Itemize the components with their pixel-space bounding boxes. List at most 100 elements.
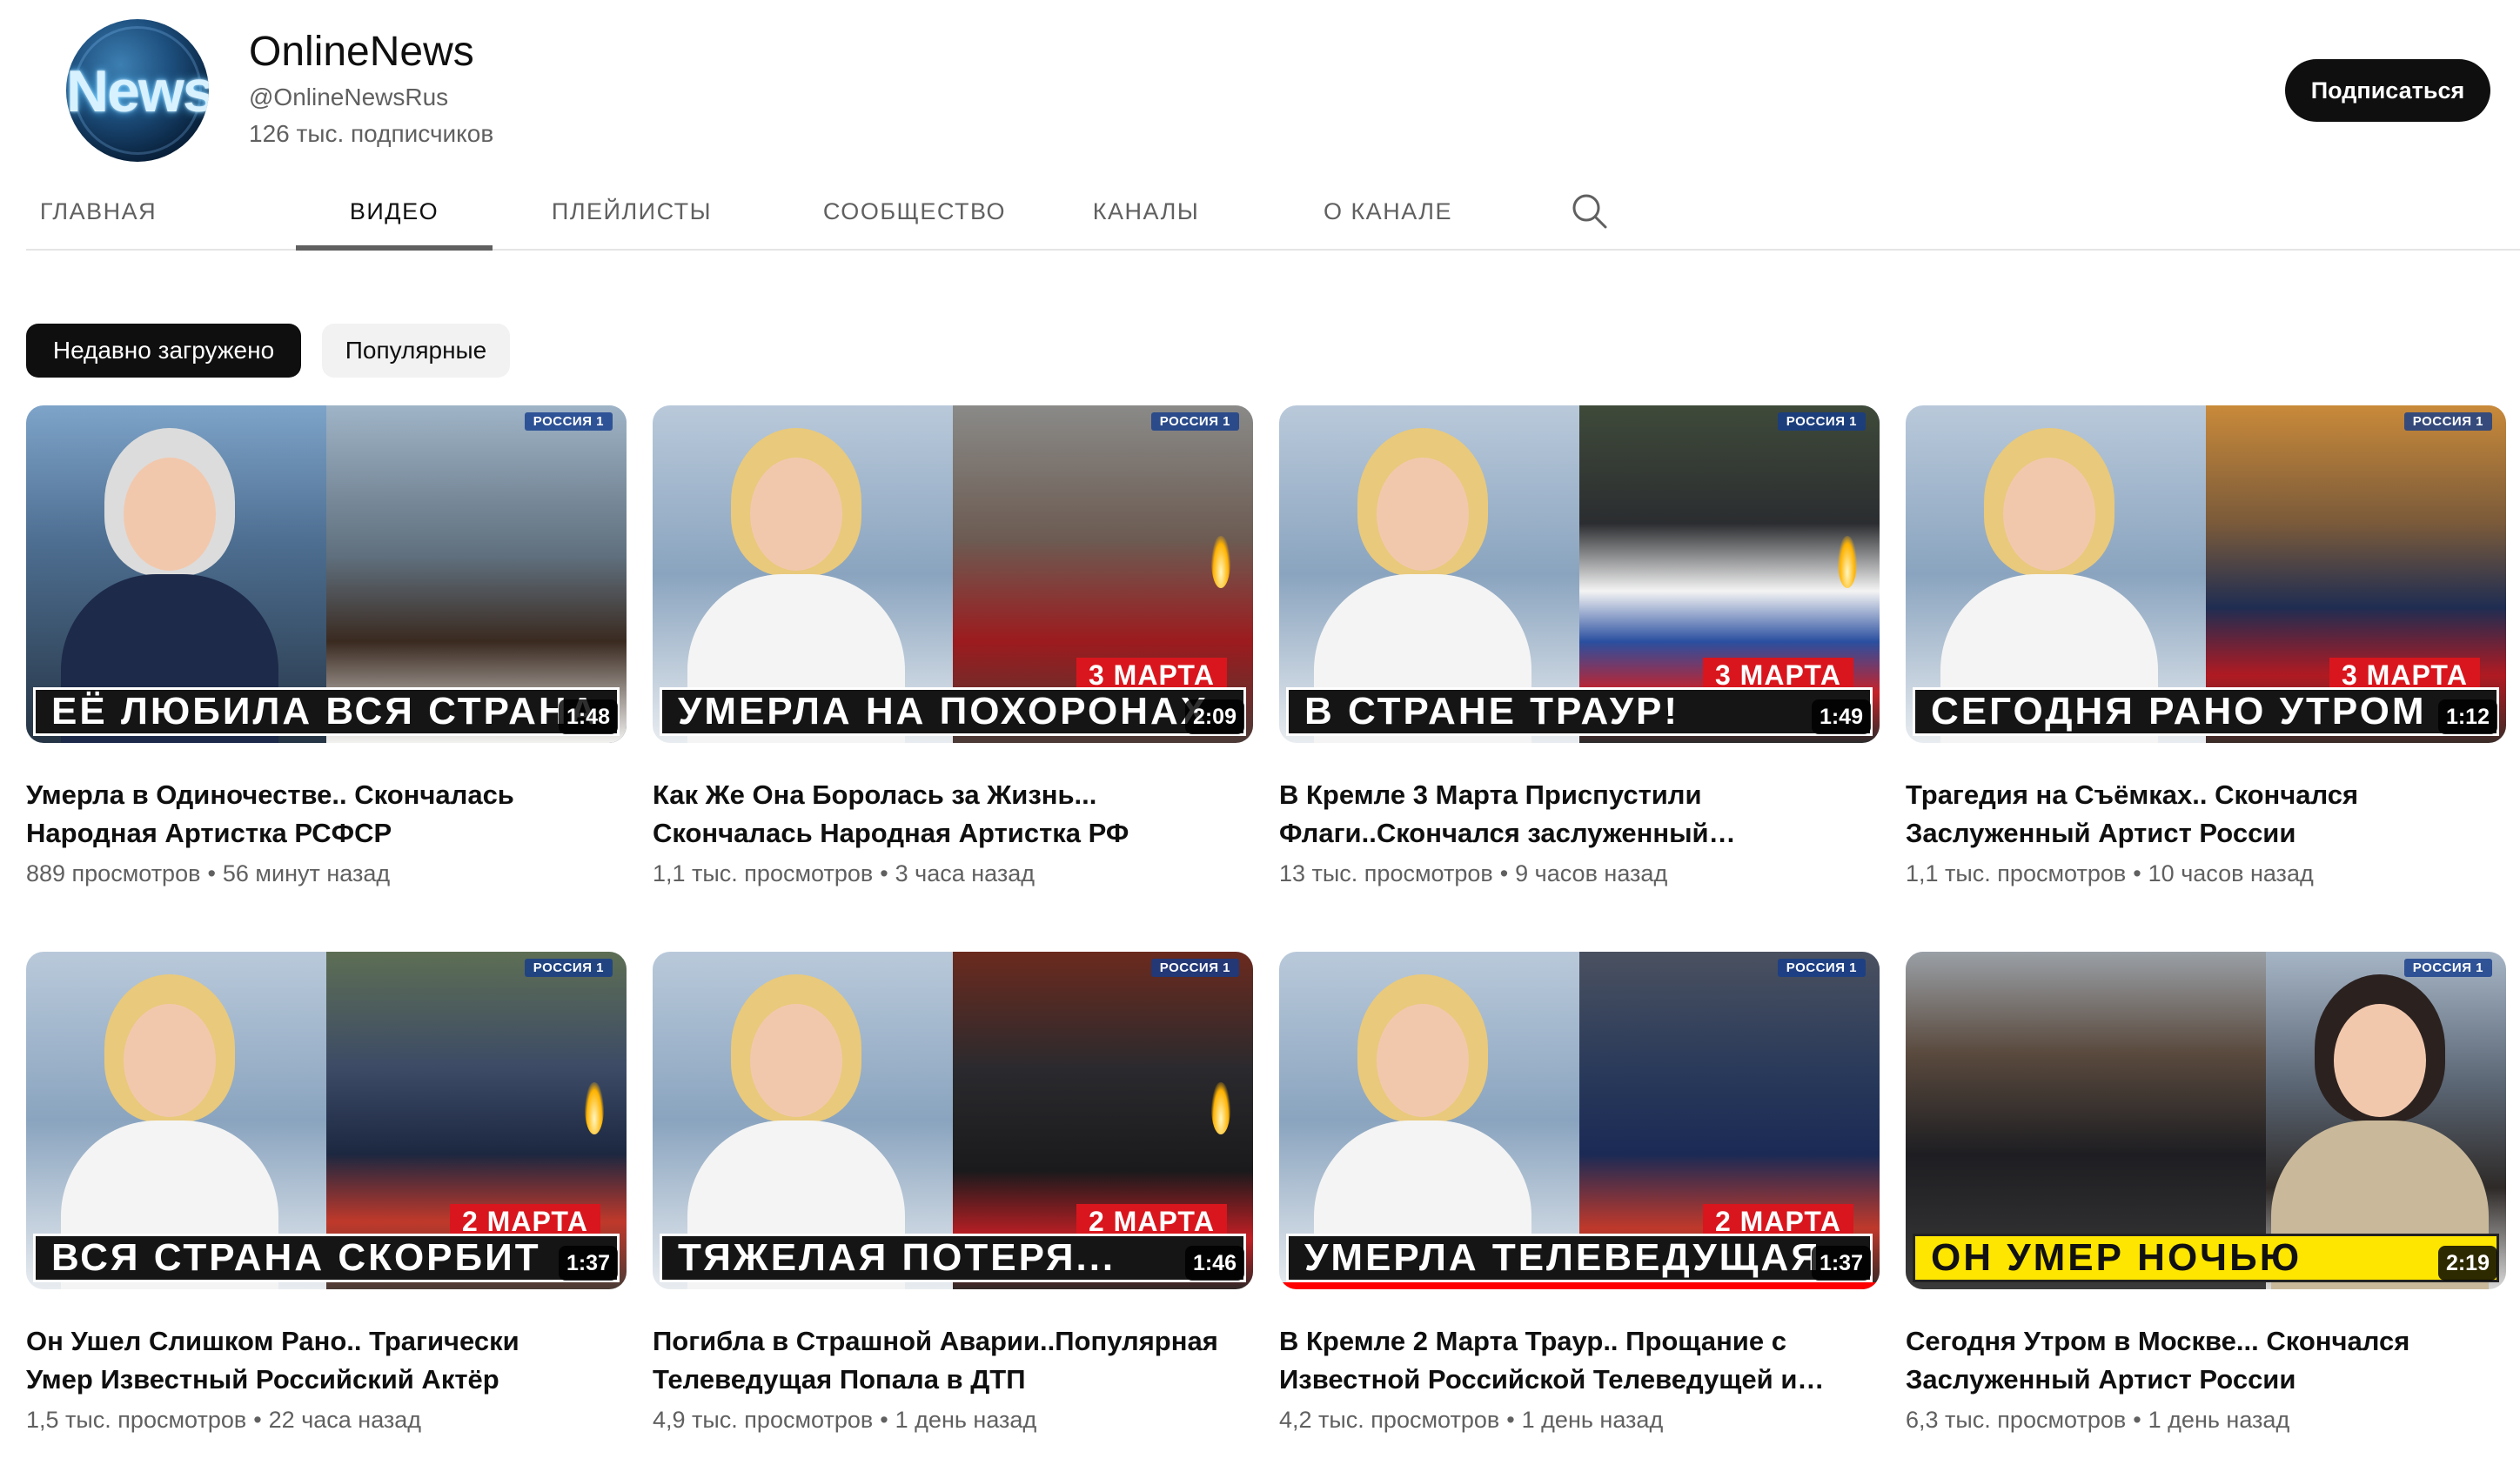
view-count: 4,9 тыс. просмотров (653, 1407, 874, 1433)
video-thumbnail[interactable]: РОССИЯ 1 2 МАРТА ВСЯ СТРАНА СКОРБИТ 1:37 (26, 952, 627, 1289)
video-title[interactable]: Как Же Она Боролась за Жизнь... Скончала… (653, 776, 1244, 853)
video-title-line: Заслуженный Артист России (1906, 1364, 2296, 1395)
video-title-line: Телеведущая Попала в ДТП (653, 1364, 1026, 1395)
view-count: 1,1 тыс. просмотров (653, 860, 874, 886)
video-title[interactable]: Он Ушел Слишком Рано.. Трагически Умер И… (26, 1322, 618, 1399)
thumbnail-caption: СЕГОДНЯ РАНО УТРОМ (1913, 687, 2499, 736)
tv-logo-badge: РОССИЯ 1 (524, 959, 613, 977)
subscribe-button[interactable]: Подписаться (2285, 59, 2490, 122)
video-title-line: В Кремле 2 Марта Траур.. Прощание с (1279, 1326, 1786, 1356)
view-count: 4,2 тыс. просмотров (1279, 1407, 1500, 1433)
thumbnail-caption: ОН УМЕР НОЧЬЮ (1913, 1234, 2499, 1282)
video-card: РОССИЯ 1 ЕЁ ЛЮБИЛА ВСЯ СТРАНА 1:48 Умерл… (26, 405, 627, 889)
thumbnail-caption: ТЯЖЕЛАЯ ПОТЕРЯ... (660, 1234, 1246, 1282)
tv-logo-badge: РОССИЯ 1 (1150, 412, 1239, 431)
video-thumbnail[interactable]: РОССИЯ 1 3 МАРТА СЕГОДНЯ РАНО УТРОМ 1:12 (1906, 405, 2506, 743)
tv-logo-badge: РОССИЯ 1 (2403, 959, 2492, 977)
watch-progress-bar (1279, 1282, 1880, 1289)
view-count: 6,3 тыс. просмотров (1906, 1407, 2127, 1433)
video-title-line: Известной Российской Телеведущей и… (1279, 1364, 1825, 1395)
video-title-line: Умерла в Одиночестве.. Скончалась (26, 779, 514, 810)
chip-recently-uploaded[interactable]: Недавно загружено (26, 324, 301, 378)
video-title-line: Трагедия на Съёмках.. Скончался (1906, 779, 2359, 810)
video-metadata: 6,3 тыс. просмотров • 1 день назад (1906, 1404, 2506, 1435)
video-thumbnail[interactable]: РОССИЯ 1 ЕЁ ЛЮБИЛА ВСЯ СТРАНА 1:48 (26, 405, 627, 743)
tv-logo-badge: РОССИЯ 1 (2403, 412, 2492, 431)
video-metadata: 4,2 тыс. просмотров • 1 день назад (1279, 1404, 1880, 1435)
tab-about[interactable]: О КАНАЛЕ (1305, 174, 1471, 249)
video-thumbnail[interactable]: РОССИЯ 1 2 МАРТА ТЯЖЕЛАЯ ПОТЕРЯ... 1:46 (653, 952, 1253, 1289)
view-count: 1,5 тыс. просмотров (26, 1407, 247, 1433)
video-thumbnail[interactable]: РОССИЯ 1 ОН УМЕР НОЧЬЮ 2:19 (1906, 952, 2506, 1289)
video-thumbnail[interactable]: РОССИЯ 1 3 МАРТА УМЕРЛА НА ПОХОРОНАХ 2:0… (653, 405, 1253, 743)
tv-logo-badge: РОССИЯ 1 (524, 412, 613, 431)
tab-community[interactable]: СООБЩЕСТВО (806, 174, 1023, 249)
video-title[interactable]: В Кремле 3 Марта Приспустили Флаги..Скон… (1279, 776, 1871, 853)
video-duration: 1:46 (1184, 1246, 1244, 1281)
view-count: 889 просмотров (26, 860, 201, 886)
tab-videos[interactable]: ВИДЕО (296, 174, 493, 251)
avatar-logo-text: News (66, 58, 209, 124)
tv-logo-badge: РОССИЯ 1 (1150, 959, 1239, 977)
video-title-line: Сегодня Утром в Москве... Скончался (1906, 1326, 2410, 1356)
meta-separator: • (253, 1407, 262, 1433)
meta-separator: • (880, 860, 888, 886)
video-duration: 1:37 (558, 1246, 618, 1281)
upload-age: 1 день назад (1521, 1407, 1664, 1433)
video-card: РОССИЯ 1 3 МАРТА СЕГОДНЯ РАНО УТРОМ 1:12… (1906, 405, 2506, 889)
video-duration: 2:19 (2437, 1246, 2497, 1281)
tab-home[interactable]: ГЛАВНАЯ (26, 174, 171, 249)
video-title-line: В Кремле 3 Марта Приспустили (1279, 779, 1702, 810)
upload-age: 1 день назад (895, 1407, 1037, 1433)
candle-image (1838, 536, 1857, 588)
upload-age: 1 день назад (2148, 1407, 2290, 1433)
tv-logo-badge: РОССИЯ 1 (1777, 959, 1866, 977)
meta-separator: • (207, 860, 216, 886)
tv-logo-badge: РОССИЯ 1 (1777, 412, 1866, 431)
video-title[interactable]: В Кремле 2 Марта Траур.. Прощание с Изве… (1279, 1322, 1871, 1399)
video-duration: 1:48 (558, 699, 618, 734)
upload-age: 3 часа назад (895, 860, 1035, 886)
video-title[interactable]: Погибла в Страшной Аварии..Популярная Те… (653, 1322, 1244, 1399)
video-duration: 1:37 (1811, 1246, 1871, 1281)
meta-separator: • (1499, 860, 1509, 886)
meta-separator: • (2133, 1407, 2141, 1433)
video-title[interactable]: Трагедия на Съёмках.. Скончался Заслужен… (1906, 776, 2497, 853)
video-thumbnail[interactable]: РОССИЯ 1 3 МАРТА В СТРАНЕ ТРАУР! 1:49 (1279, 405, 1880, 743)
candle-image (585, 1082, 604, 1134)
video-card: РОССИЯ 1 3 МАРТА УМЕРЛА НА ПОХОРОНАХ 2:0… (653, 405, 1253, 889)
video-title[interactable]: Умерла в Одиночестве.. Скончалась Народн… (26, 776, 618, 853)
upload-age: 9 часов назад (1515, 860, 1668, 886)
video-metadata: 1,5 тыс. просмотров • 22 часа назад (26, 1404, 627, 1435)
video-title[interactable]: Сегодня Утром в Москве... Скончался Засл… (1906, 1322, 2497, 1399)
video-title-line: Скончалась Народная Артистка РФ (653, 818, 1129, 848)
tab-channels[interactable]: КАНАЛЫ (1079, 174, 1213, 249)
subscriber-count: 126 тыс. подписчиков (249, 120, 494, 147)
search-icon[interactable] (1566, 188, 1613, 235)
thumbnail-caption: УМЕРЛА НА ПОХОРОНАХ (660, 687, 1246, 736)
thumbnail-caption: ВСЯ СТРАНА СКОРБИТ (33, 1234, 620, 1282)
video-title-line: Флаги..Скончался заслуженный… (1279, 818, 1736, 848)
upload-age: 10 часов назад (2148, 860, 2314, 886)
video-metadata: 1,1 тыс. просмотров • 3 часа назад (653, 858, 1253, 889)
upload-age: 22 часа назад (268, 1407, 422, 1433)
video-card: РОССИЯ 1 2 МАРТА ТЯЖЕЛАЯ ПОТЕРЯ... 1:46 … (653, 952, 1253, 1435)
tab-playlists[interactable]: ПЛЕЙЛИСТЫ (536, 174, 727, 249)
meta-separator: • (2133, 860, 2141, 886)
meta-separator: • (1506, 1407, 1515, 1433)
video-title-line: Умер Известный Российский Актёр (26, 1364, 499, 1395)
video-title-line: Народная Артистка РСФСР (26, 818, 392, 848)
thumbnail-caption: ЕЁ ЛЮБИЛА ВСЯ СТРАНА (33, 687, 620, 736)
video-card: РОССИЯ 1 2 МАРТА УМЕРЛА ТЕЛЕВЕДУЩАЯ 1:37… (1279, 952, 1880, 1435)
video-title-line: Заслуженный Артист России (1906, 818, 2296, 848)
video-duration: 2:09 (1184, 699, 1244, 734)
video-card: РОССИЯ 1 ОН УМЕР НОЧЬЮ 2:19 Сегодня Утро… (1906, 952, 2506, 1435)
chip-popular[interactable]: Популярные (322, 324, 510, 378)
video-thumbnail[interactable]: РОССИЯ 1 2 МАРТА УМЕРЛА ТЕЛЕВЕДУЩАЯ 1:37 (1279, 952, 1880, 1289)
view-count: 1,1 тыс. просмотров (1906, 860, 2127, 886)
channel-avatar[interactable]: News (66, 19, 209, 162)
thumbnail-caption: В СТРАНЕ ТРАУР! (1286, 687, 1873, 736)
video-metadata: 889 просмотров • 56 минут назад (26, 858, 627, 889)
meta-separator: • (880, 1407, 888, 1433)
video-title-line: Он Ушел Слишком Рано.. Трагически (26, 1326, 519, 1356)
